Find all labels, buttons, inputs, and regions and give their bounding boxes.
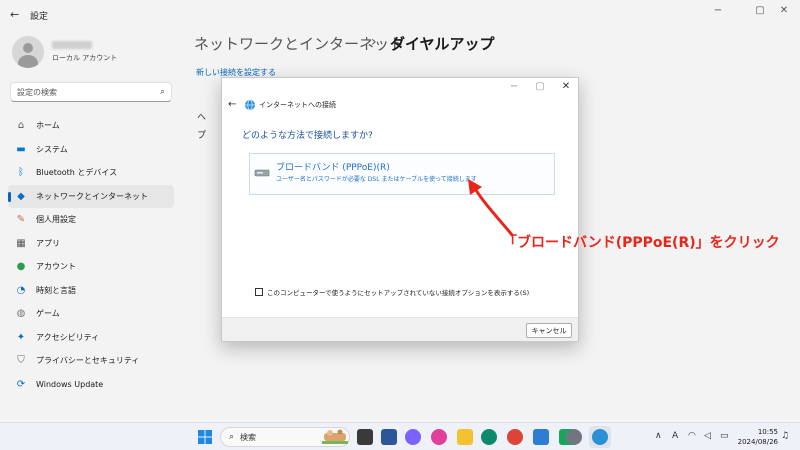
sidebar-item-gaming[interactable]: ◍ ゲーム [8,302,174,326]
chrome-icon[interactable] [507,429,523,445]
cancel-button[interactable]: キャンセル [526,323,572,338]
clock-time[interactable]: 10:55 [740,428,778,436]
store-icon[interactable] [533,429,549,445]
dialog-back-button[interactable]: ← [228,99,236,110]
accessibility-icon: ✦ [16,331,26,343]
sidebar-item-label: 時刻と言語 [36,285,76,295]
minimize-button[interactable]: − [708,5,728,16]
sidebar-item-update[interactable]: ⟳ Windows Update [8,373,174,397]
battery-icon[interactable]: ▭ [720,431,729,441]
close-button[interactable]: ✕ [774,5,794,16]
gaming-icon: ◍ [16,308,26,320]
sidebar-item-label: プライバシーとセキュリティ [36,356,140,366]
sidebar-item-time-language[interactable]: ◔ 時刻と言語 [8,279,174,303]
taskbar-search-placeholder: 検索 [240,432,257,442]
show-options-label[interactable]: このコンピューターで使うようにセットアップされていない接続オプションを表示する(… [267,287,529,297]
sidebar-item-bluetooth[interactable]: ᛒ Bluetooth とデバイス [8,161,174,185]
windows-start-icon[interactable] [198,430,212,444]
search-icon[interactable]: ⌕ [160,87,165,97]
photos-icon[interactable] [431,429,447,445]
sidebar-item-system[interactable]: ▬ システム [8,138,174,162]
search-highlight-illustration-icon [322,429,348,444]
sidebar-item-account[interactable]: ● アカウント [8,255,174,279]
taskbar-search-icon: ⌕ [229,432,235,442]
maximize-button[interactable]: ▢ [750,5,770,16]
back-button[interactable]: ← [10,8,19,21]
home-icon: ⌂ [17,120,25,132]
settings-gear-icon[interactable] [566,429,582,445]
copilot-icon[interactable] [405,429,421,445]
dialog-close-button[interactable]: ✕ [558,81,574,92]
sidebar-item-label: Windows Update [36,379,104,389]
sidebar-item-label: ゲーム [36,309,60,319]
update-icon: ⟳ [16,378,26,390]
red-arrow-annotation [468,179,514,237]
tray-chevron-icon[interactable]: ∧ [655,431,662,441]
sidebar-item-network[interactable]: ◆ ネットワークとインターネット [8,184,174,208]
network-connection-app-icon[interactable] [592,429,608,445]
instruction-annotation: 「ブロードバンド(PPPoE(R)」をクリック [503,235,780,251]
network-globe-icon [245,99,255,111]
avatar[interactable] [12,36,44,68]
sidebar-item-label: アクセシビリティ [36,332,100,342]
app-title: 設定 [30,12,49,22]
show-options-checkbox-row[interactable]: このコンピューターで使うようにセットアップされていない接続オプションを表示する(… [255,287,529,297]
sidebar-item-label: システム [36,144,68,154]
user-name-redacted [52,41,92,49]
search-box[interactable]: 設定の検索 ⌕ [10,82,172,102]
ime-indicator[interactable]: A [672,431,678,441]
dialog-minimize-button[interactable]: − [506,81,522,92]
breadcrumb-separator: › [371,34,377,50]
obscured-item-2[interactable]: プ [197,128,206,141]
network-icon: ◆ [17,190,25,202]
avatar-head [23,43,33,53]
modem-icon [254,169,270,177]
dialog-maximize-button[interactable]: ▢ [532,81,548,92]
file-explorer-icon[interactable] [457,429,473,445]
clock-date[interactable]: 2024/08/26 [736,438,778,446]
avatar-body [18,55,38,68]
sidebar-nav: ⌂ ホーム ▬ システム ᛒ Bluetooth とデバイス ◆ ネットワークとインターネット… [8,114,174,396]
sidebar-item-label: 個人用設定 [36,215,76,225]
sidebar-item-label: Bluetooth とデバイス [36,168,118,178]
sidebar-item-label: ホーム [36,121,60,131]
account-icon: ● [16,261,26,273]
task-view-icon[interactable] [357,429,373,445]
personalization-icon: ✎ [16,214,26,226]
sidebar-item-personalization[interactable]: ✎ 個人用設定 [8,208,174,232]
connect-to-internet-dialog: − ▢ ✕ ← インターネットへの接続 どのような方法で接続しますか? ブロード… [221,77,579,342]
title-bar: ← 設定 − ▢ ✕ [0,0,800,28]
sidebar-item-accessibility[interactable]: ✦ アクセシビリティ [8,326,174,350]
apps-icon: ▦ [16,237,26,249]
option-title: ブロードバンド (PPPoE)(R) [276,163,390,173]
system-icon: ▬ [16,143,26,155]
bluetooth-icon: ᛒ [18,167,24,179]
sidebar-item-home[interactable]: ⌂ ホーム [8,114,174,138]
sidebar-item-label: ネットワークとインターネット [36,191,148,201]
dialog-title: インターネットへの接続 [259,101,336,109]
search-input[interactable]: 設定の検索 [17,87,160,98]
sidebar-item-label: アプリ [36,238,60,248]
volume-icon[interactable]: ◁ [704,431,711,441]
sidebar-item-label: アカウント [36,262,76,272]
obscured-item-1[interactable]: ヘ [197,110,206,123]
account-type: ローカル アカウント [52,54,118,62]
widgets-icon[interactable] [381,429,397,445]
taskbar: ⌕ 検索 ∧ A ◠ ◁ ▭ 10:55 2024/08/26 ♫ [0,422,800,450]
sidebar-item-apps[interactable]: ▦ アプリ [8,232,174,256]
shield-icon: ⛉ [17,355,25,367]
wifi-icon[interactable]: ◠ [688,431,696,441]
show-options-checkbox[interactable] [255,288,263,296]
time-language-icon: ◔ [16,284,26,296]
sidebar-item-shield[interactable]: ⛉ プライバシーとセキュリティ [8,349,174,373]
dialog-question: どのような方法で接続しますか? [242,131,373,141]
page-title: ダイヤルアップ [390,35,495,53]
notification-bell-icon[interactable]: ♫ [781,431,789,441]
dialog-footer: キャンセル [222,317,578,341]
option-description: ユーザー名とパスワードが必要な DSL またはケーブルを使って接続します [276,176,477,183]
edge-icon[interactable] [481,429,497,445]
